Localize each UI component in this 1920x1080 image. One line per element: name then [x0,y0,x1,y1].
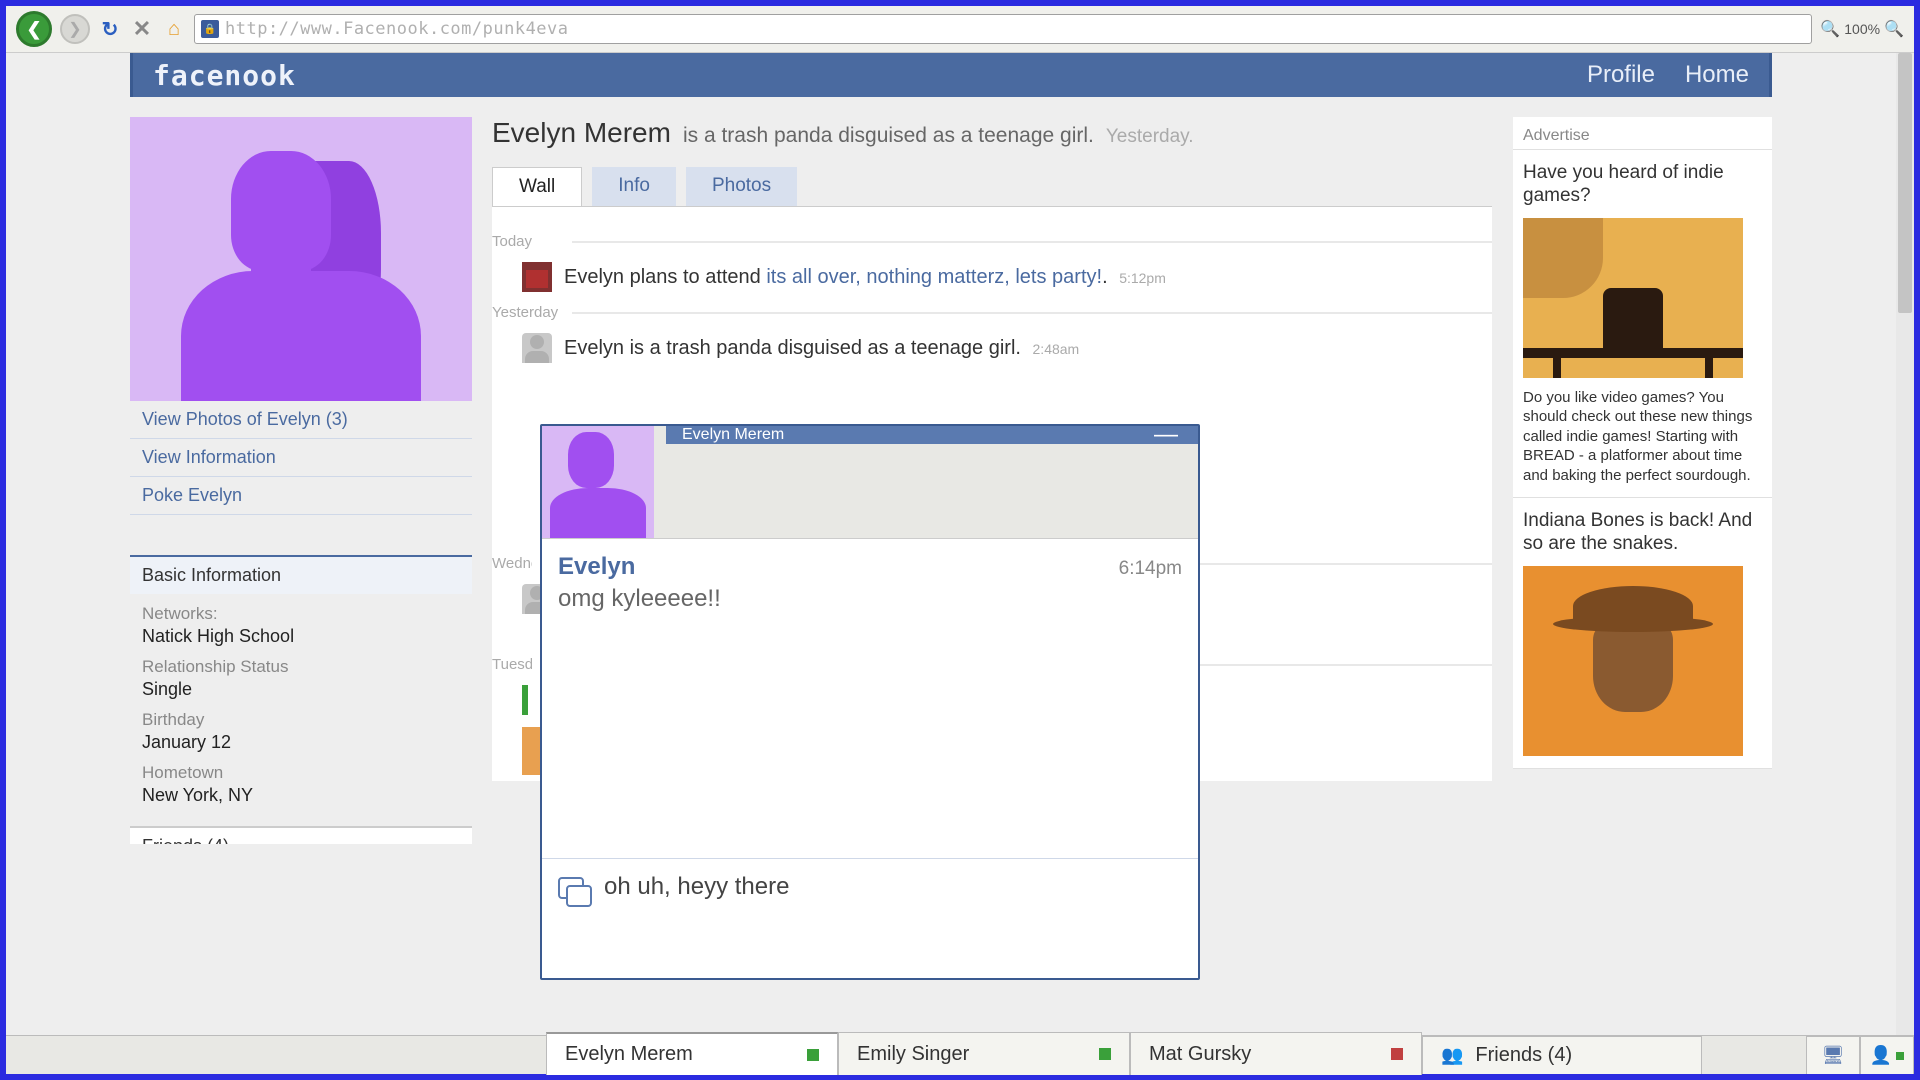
chat-minimize-button[interactable]: — [1150,430,1182,440]
chat-reply-text[interactable]: oh uh, heyy there [604,873,789,901]
friends-section-title[interactable]: Friends (4) [130,826,472,844]
left-column: View Photos of Evelyn (3) View Informati… [130,117,472,844]
friends-panel-button[interactable]: 👥 Friends (4) [1422,1036,1702,1074]
status-dot-busy [1391,1048,1403,1060]
right-column: Advertise Have you heard of indie games?… [1512,117,1772,769]
chat-avatar[interactable] [542,426,654,538]
networks-value: Natick High School [142,626,460,647]
hometown-value: New York, NY [142,785,460,806]
birthday-value: January 12 [142,732,460,753]
advertise-label[interactable]: Advertise [1513,123,1772,150]
profile-avatar[interactable] [130,117,472,401]
chat-message: omg kyleeeee!! [558,585,1182,613]
status-dot-online [807,1049,819,1061]
nav-home[interactable]: Home [1685,61,1749,89]
profile-status-time: Yesterday. [1106,126,1194,148]
post-status-time: 2:48am [1033,341,1080,357]
networks-label: Networks: [142,604,460,624]
lock-icon: 🔒 [201,20,219,38]
day-yesterday: Yesterday [492,304,562,321]
event-link[interactable]: its all over, nothing matterz, lets part… [766,266,1102,288]
browser-toolbar: ❮ ❯ ↻ ✕ ⌂ 🔒 http://www.Facenook.com/punk… [6,6,1914,53]
url-bar[interactable]: 🔒 http://www.Facenook.com/punk4eva [194,14,1812,44]
ad2-title: Indiana Bones is back! And so are the sn… [1523,510,1762,556]
home-button[interactable]: ⌂ [162,17,186,41]
chat-bubble-icon [558,877,590,905]
ad1-title: Have you heard of indie games? [1523,162,1762,208]
site-logo[interactable]: facenook [153,59,296,92]
chat-reply-area[interactable]: oh uh, heyy there [542,858,1198,978]
zoom-controls: 🔍 100% 🔍 [1820,19,1904,39]
chat-tab-mat[interactable]: Mat Gursky [1130,1032,1422,1075]
birthday-label: Birthday [142,710,460,730]
chat-bottom-bar: Evelyn Merem Emily Singer Mat Gursky 👥 F… [6,1035,1914,1074]
chat-sender[interactable]: Evelyn [558,553,635,581]
link-view-photos[interactable]: View Photos of Evelyn (3) [130,401,472,439]
chat-time: 6:14pm [1119,558,1182,580]
reload-button[interactable]: ↻ [98,17,122,41]
zoom-level: 100% [1844,21,1880,37]
relationship-label: Relationship Status [142,657,460,677]
page-scrollbar[interactable] [1896,53,1914,1035]
hometown-label: Hometown [142,763,460,783]
tab-photos[interactable]: Photos [686,167,797,206]
day-today: Today [492,233,562,250]
presence-icon-button[interactable]: 👤 [1860,1036,1914,1074]
ad-block-2[interactable]: Indiana Bones is back! And so are the sn… [1513,498,1772,769]
ad-block-1[interactable]: Have you heard of indie games? Do you li… [1513,150,1772,498]
scrollbar-thumb[interactable] [1898,53,1912,313]
post-event: Evelyn plans to attend its all over, not… [564,266,1166,289]
stop-button[interactable]: ✕ [130,17,154,41]
zoom-out-icon[interactable]: 🔍 [1820,19,1840,39]
ad1-desc: Do you like video games? You should chec… [1523,388,1762,486]
desktop-icon-button[interactable]: 🖥 [1806,1036,1860,1074]
basic-info-title: Basic Information [130,555,472,594]
site-header: facenook Profile Home [130,53,1772,97]
tab-wall[interactable]: Wall [492,167,582,206]
status-icon [522,333,552,363]
ad2-image [1523,566,1743,756]
relationship-value: Single [142,679,460,700]
zoom-in-icon[interactable]: 🔍 [1884,19,1904,39]
link-poke[interactable]: Poke Evelyn [130,477,472,515]
chat-window: Evelyn Merem — Evelyn 6:14pm omg kyleeee… [540,424,1200,980]
status-dot-online [1099,1048,1111,1060]
friends-icon: 👥 [1441,1045,1463,1066]
ad1-image [1523,218,1743,378]
link-view-info[interactable]: View Information [130,439,472,477]
event-icon [522,262,552,292]
day-wednesday: Wednesday [492,555,532,572]
nav-back-button[interactable]: ❮ [16,11,52,47]
chat-tab-emily[interactable]: Emily Singer [838,1032,1130,1075]
post-status: Evelyn is a trash panda disguised as a t… [564,337,1079,360]
url-text: http://www.Facenook.com/punk4eva [225,19,569,39]
post-marker [522,685,528,715]
chat-title: Evelyn Merem [682,426,784,444]
chat-tab-evelyn[interactable]: Evelyn Merem [546,1032,838,1075]
post-event-time: 5:12pm [1119,270,1166,286]
tab-info[interactable]: Info [592,167,676,206]
nav-forward-button: ❯ [60,14,90,44]
nav-profile[interactable]: Profile [1587,61,1655,89]
day-tuesday: Tuesday [492,656,532,673]
profile-status: is a trash panda disguised as a teenage … [683,124,1094,148]
profile-name: Evelyn Merem [492,117,671,149]
